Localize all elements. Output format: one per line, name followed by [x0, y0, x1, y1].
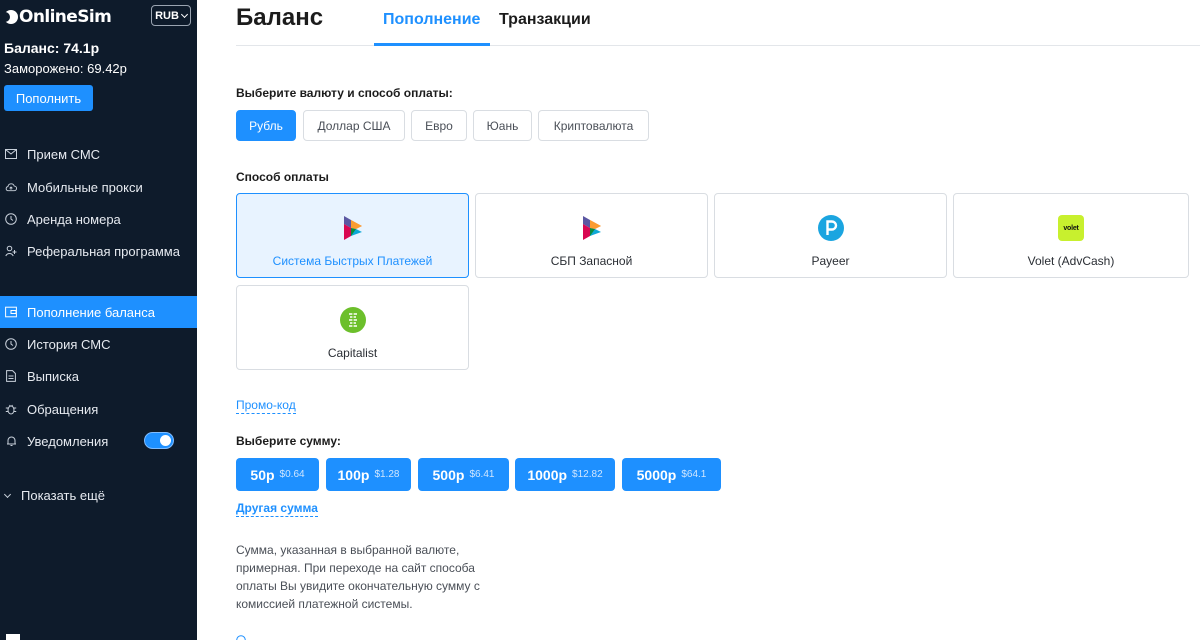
sidebar-item-statement[interactable]: Выписка	[0, 360, 197, 392]
payment-method-sbp-backup[interactable]: СБП Запасной	[475, 193, 708, 278]
sidebar-item-label: Аренда номера	[27, 211, 121, 227]
referral-icon	[5, 245, 17, 257]
amount-section-label: Выберите сумму:	[236, 434, 341, 448]
payment-method-label: Volet (AdvCash)	[1027, 254, 1115, 268]
sidebar-item-label: Выписка	[27, 368, 80, 384]
sidebar-item-mobile-proxy[interactable]: Мобильные прокси	[0, 171, 197, 203]
amount-sub: $0.64	[279, 469, 305, 480]
logo-icon	[0, 10, 18, 24]
active-tab-indicator	[374, 43, 490, 46]
currency-chip-crypto[interactable]: Криптовалюта	[538, 110, 649, 141]
payeer-icon	[817, 214, 845, 242]
logo-text: OnlineSim	[19, 7, 112, 27]
payment-method-volet[interactable]: volet Volet (AdvCash)	[953, 193, 1189, 278]
sidebar-item-label: Мобильные прокси	[27, 179, 143, 195]
notifications-toggle[interactable]	[144, 432, 174, 449]
chevron-down-icon	[3, 490, 12, 498]
sbp-icon	[578, 214, 606, 242]
sidebar-item-sms-history[interactable]: История СМС	[0, 328, 197, 360]
sidebar-item-label: Обращения	[27, 401, 99, 417]
cloud-upload-icon	[5, 181, 17, 193]
currency-chip-eur[interactable]: Евро	[411, 110, 467, 141]
payment-method-capitalist[interactable]: Capitalist	[236, 285, 469, 370]
tab-topup[interactable]: Пополнение	[383, 11, 480, 29]
frozen-balance-text: Заморожено: 69.42р	[4, 61, 127, 76]
sidebar-item-number-rent[interactable]: Аренда номера	[0, 203, 197, 235]
tab-transactions[interactable]: Транзакции	[499, 11, 591, 29]
amount-button-5000[interactable]: 5000р $64.1	[622, 458, 721, 491]
page-title: Баланс	[236, 4, 324, 31]
amount-main: 1000р	[527, 466, 568, 483]
sidebar-item-referral[interactable]: Реферальная программа	[0, 235, 197, 267]
promo-code-link[interactable]: Промо-код	[236, 398, 296, 414]
envelope-icon	[5, 148, 17, 160]
bell-icon	[5, 435, 17, 447]
amount-main: 100р	[337, 466, 370, 483]
sidebar-item-label: Реферальная программа	[27, 243, 180, 259]
payment-section-label: Способ оплаты	[236, 170, 329, 184]
currency-chip-cny[interactable]: Юань	[473, 110, 532, 141]
amount-button-1000[interactable]: 1000р $12.82	[515, 458, 615, 491]
logo[interactable]: OnlineSim	[0, 7, 112, 27]
bottom-partial-row	[236, 634, 246, 640]
currency-chip-usd[interactable]: Доллар США	[303, 110, 405, 141]
amount-sub: $12.82	[572, 469, 603, 480]
balance-text: Баланс: 74.1р	[4, 40, 100, 56]
show-more-button[interactable]: Показать ещё	[3, 488, 106, 503]
payment-method-payeer[interactable]: Payeer	[714, 193, 947, 278]
payment-method-label: СБП Запасной	[550, 254, 633, 268]
currency-select[interactable]: RUB	[151, 5, 191, 26]
payment-method-sbp[interactable]: Система Быстрых Платежей	[236, 193, 469, 278]
amount-disclaimer: Сумма, указанная в выбранной валюте, при…	[236, 543, 480, 611]
sidebar-item-label: История СМС	[27, 336, 111, 352]
sidebar-item-label: Пополнение баланса	[27, 304, 155, 320]
amount-button-500[interactable]: 500р $6.41	[418, 458, 509, 491]
currency-chip-rub[interactable]: Рубль	[236, 110, 296, 141]
wallet-icon	[5, 306, 17, 318]
document-icon	[5, 370, 17, 382]
chevron-down-icon	[180, 10, 188, 18]
amount-sub: $1.28	[374, 469, 400, 480]
history-icon	[5, 338, 17, 350]
payment-method-label: Payeer	[811, 254, 850, 268]
other-amount-link[interactable]: Другая сумма	[236, 501, 318, 517]
amount-button-100[interactable]: 100р $1.28	[326, 458, 411, 491]
sidebar-item-label: Прием СМС	[27, 146, 101, 162]
amount-button-50[interactable]: 50р $0.64	[236, 458, 319, 491]
show-more-label: Показать ещё	[21, 488, 106, 503]
sidebar-item-tickets[interactable]: Обращения	[0, 393, 197, 425]
volet-icon-text: volet	[1058, 215, 1084, 241]
amount-main: 5000р	[636, 466, 677, 483]
clock-icon	[5, 213, 17, 225]
bug-icon	[5, 403, 17, 415]
amount-main: 500р	[432, 466, 465, 483]
sidebar-item-sms-receive[interactable]: Прием СМС	[0, 138, 197, 170]
amount-main: 50р	[250, 466, 275, 483]
topup-button[interactable]: Пополнить	[4, 85, 93, 111]
currency-section-label: Выберите валюту и способ оплаты:	[236, 86, 453, 100]
sbp-icon	[339, 214, 367, 242]
payment-method-label: Система Быстрых Платежей	[272, 254, 433, 268]
sidebar: OnlineSim RUB Баланс: 74.1р Заморожено: …	[0, 0, 197, 640]
amount-sub: $64.1	[681, 469, 707, 480]
volet-icon: volet	[1057, 214, 1085, 242]
capitalist-icon	[339, 306, 367, 334]
currency-select-value: RUB	[155, 9, 179, 22]
amount-sub: $6.41	[469, 469, 495, 480]
payment-method-label: Capitalist	[327, 346, 378, 360]
sidebar-item-topup-balance[interactable]: Пополнение баланса	[0, 296, 197, 328]
sidebar-item-label: Уведомления	[27, 433, 109, 449]
sidebar-footer-icon	[6, 634, 20, 640]
